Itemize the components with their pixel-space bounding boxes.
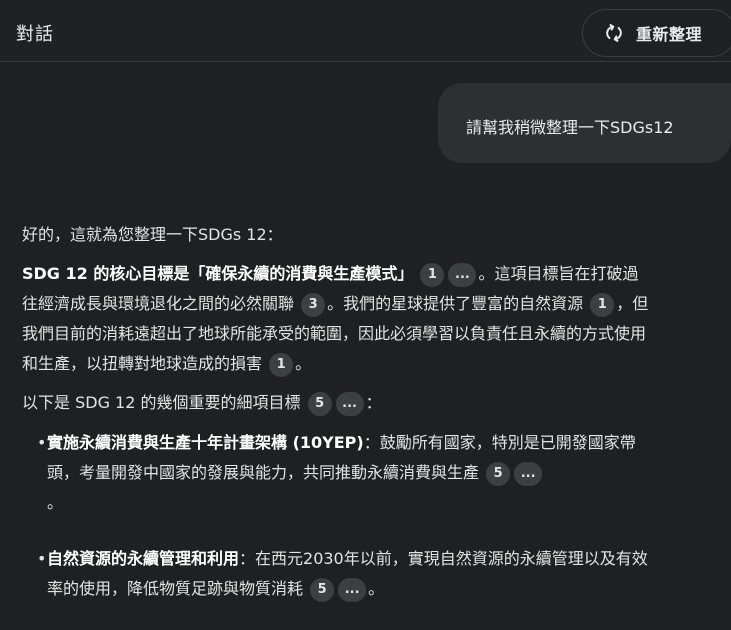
target-tail: 。 <box>47 493 64 512</box>
chat-header: 對話 重新整理 <box>0 0 731 62</box>
citation-more-chip[interactable]: ... <box>448 262 477 287</box>
regenerate-label: 重新整理 <box>636 25 703 44</box>
list-item: 自然資源的永續管理和利用：在西元2030年以前，實現自然資源的永續管理以及有效率… <box>22 544 652 604</box>
citation-chip[interactable]: 3 <box>301 292 326 317</box>
target-tail: 。 <box>368 579 385 598</box>
regenerate-button[interactable]: 重新整理 <box>582 9 731 57</box>
target-title: 自然資源的永續管理和利用 <box>47 549 240 568</box>
user-message-bubble: 請幫我稍微整理一下SDGs12 <box>438 83 731 163</box>
citation-more-chip[interactable]: ... <box>514 461 543 486</box>
citation-chip[interactable]: 1 <box>269 352 294 377</box>
citation-more-chip[interactable]: ... <box>335 391 364 416</box>
core-text: 。 <box>295 354 312 373</box>
core-text: 。我們的星球提供了豐富的自然資源 <box>327 294 584 313</box>
citation-chip[interactable]: 5 <box>307 391 332 416</box>
refresh-icon <box>603 22 625 44</box>
targets-list: 實施永續消費與生產十年計畫架構 (10YEP)：鼓勵所有國家，特別是已開發國家帶… <box>22 428 652 604</box>
assistant-response: 好的，這就為您整理一下SDGs 12： SDG 12 的核心目標是「確保永續的消… <box>22 220 652 630</box>
citation-chip[interactable]: 1 <box>590 292 615 317</box>
target-title: 實施永續消費與生產十年計畫架構 (10YEP) <box>47 433 364 452</box>
list-item: 實施永續消費與生產十年計畫架構 (10YEP)：鼓勵所有國家，特別是已開發國家帶… <box>22 428 652 518</box>
citation-chip[interactable]: 1 <box>420 262 445 287</box>
targets-intro: 以下是 SDG 12 的幾個重要的細項目標 5...： <box>22 388 652 418</box>
citation-more-chip[interactable]: ... <box>338 577 367 602</box>
response-core-paragraph: SDG 12 的核心目標是「確保永續的消費與生產模式」 1... 。這項目標旨在打… <box>22 259 652 379</box>
targets-intro-tail: ： <box>365 393 382 412</box>
targets-intro-text: 以下是 SDG 12 的幾個重要的細項目標 <box>22 393 301 412</box>
core-goal-heading: SDG 12 的核心目標是「確保永續的消費與生產模式」 <box>22 264 414 283</box>
user-message-text: 請幫我稍微整理一下SDGs12 <box>466 118 674 137</box>
citation-chip[interactable]: 5 <box>310 577 335 602</box>
citation-chip[interactable]: 5 <box>486 461 511 486</box>
page-title: 對話 <box>16 24 54 45</box>
response-intro: 好的，這就為您整理一下SDGs 12： <box>22 225 283 244</box>
